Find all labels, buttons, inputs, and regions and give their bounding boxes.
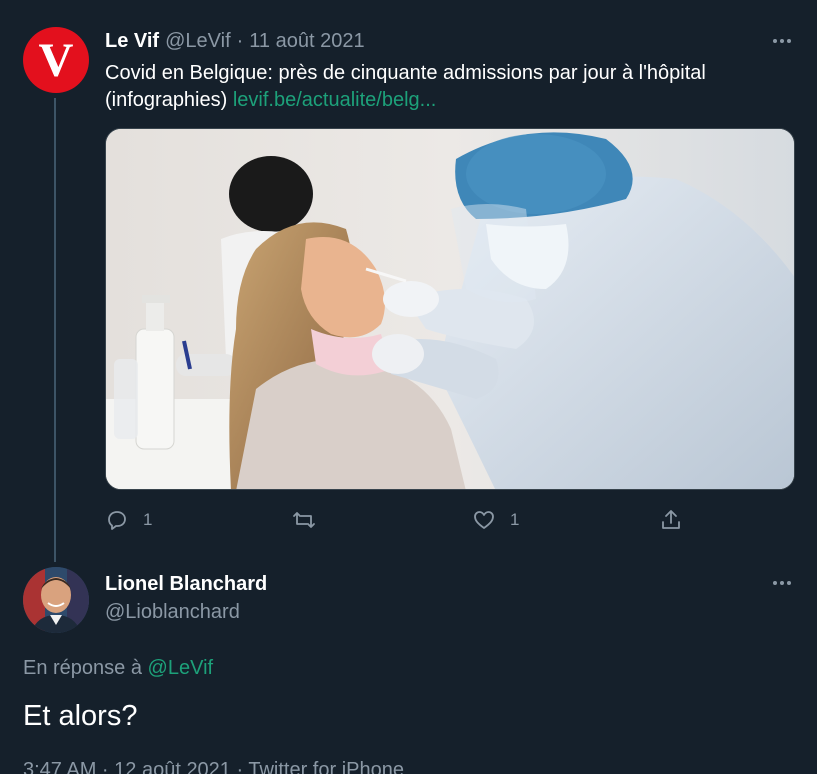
retweet-button[interactable]: [292, 508, 330, 532]
author-name[interactable]: Le Vif: [105, 30, 159, 53]
reply-icon: [108, 511, 126, 530]
reply-author-handle[interactable]: @Lioblanchard: [105, 601, 240, 624]
reply-text: Et alors?: [23, 700, 138, 732]
tweet-actions: 1 1: [105, 505, 795, 535]
tweet-text: Covid en Belgique: près de cinquante adm…: [105, 60, 795, 114]
like-icon: [474, 511, 494, 529]
profile-photo: [23, 567, 89, 633]
tweet-header: Le Vif @LeVif · 11 août 2021: [105, 30, 365, 53]
avatar-logo-letter: V: [38, 34, 74, 87]
avatar[interactable]: [23, 567, 89, 633]
reply-count: 1: [143, 510, 153, 529]
reply-button[interactable]: 1: [105, 508, 152, 532]
like-button[interactable]: 1: [472, 508, 519, 532]
avatar[interactable]: V: [23, 27, 89, 93]
tweet-link[interactable]: levif.be/actualite/belg...: [233, 89, 436, 111]
more-icon[interactable]: [767, 573, 797, 593]
tweet-meta[interactable]: 3:47 AM · 12 août 2021 · Twitter for iPh…: [23, 759, 404, 774]
share-button[interactable]: [659, 508, 683, 532]
retweet-icon: [293, 512, 315, 528]
in-reply-to-label: En réponse à: [23, 657, 142, 679]
covid-test-photo: [106, 129, 794, 489]
more-icon[interactable]: [767, 31, 797, 51]
tweet-date[interactable]: 11 août 2021: [249, 30, 364, 53]
author-handle[interactable]: @LeVif: [165, 30, 231, 53]
in-reply-to-handle[interactable]: @LeVif: [148, 657, 214, 679]
in-reply-to: En réponse à @LeVif: [23, 657, 213, 680]
thread-connector-line: [54, 98, 56, 562]
tweet-photo[interactable]: [105, 128, 795, 490]
share-icon: [662, 510, 680, 529]
reply-author-name[interactable]: Lionel Blanchard: [105, 573, 267, 596]
separator: ·: [236, 30, 244, 52]
like-count: 1: [510, 510, 520, 529]
